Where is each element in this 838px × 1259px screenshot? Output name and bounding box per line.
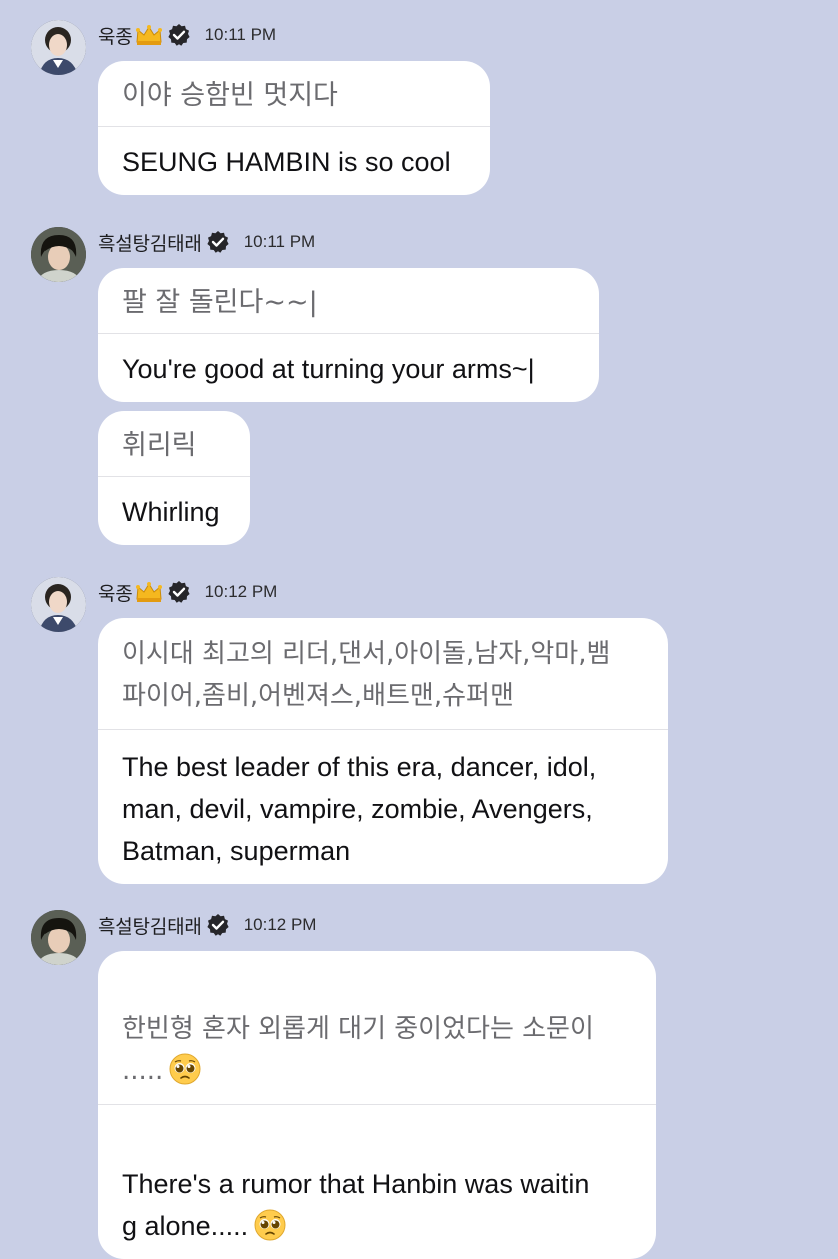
verified-badge-icon [207,231,229,253]
message-bubble[interactable]: 이야 승함빈 멋지다 SEUNG HAMBIN is so cool [98,61,490,195]
avatar-photo-icon [31,227,86,282]
timestamp: 10:11 PM [204,25,277,44]
sender-name[interactable]: 욱종 [98,22,133,49]
message-bubble[interactable]: 팔 잘 돌린다~~| You're good at turning your a… [98,268,599,402]
sender-name[interactable]: 욱종 [98,579,133,606]
verified-badge-icon [167,581,190,603]
avatar[interactable] [31,227,86,282]
translation-text-wrap: There's a rumor that Hanbin was waitin g… [98,1105,656,1259]
original-text: 팔 잘 돌린다~~| [98,268,599,334]
translation-text: You're good at turning your arms~| [122,354,535,384]
message-bubble[interactable]: 휘리릭 Whirling [98,411,250,545]
avatar[interactable] [31,910,86,965]
message-header: 흑설탕김태래 10:12 PM [98,908,316,942]
pleading-face-icon [169,1053,201,1085]
timestamp: 10:12 PM [243,915,317,934]
timestamp: 10:12 PM [204,582,278,601]
avatar[interactable] [31,20,86,75]
pleading-face-icon [254,1209,286,1241]
avatar-photo-icon [31,577,86,632]
verified-badge-icon [167,24,190,46]
message-header: 욱종 10:11 PM [98,18,276,52]
avatar[interactable] [31,577,86,632]
message-bubble[interactable]: 이시대 최고의 리더,댄서,아이돌,남자,악마,뱀 파이어,좀비,어벤져스,배트… [98,618,668,884]
timestamp: 10:11 PM [243,232,316,251]
original-text: 이야 승함빈 멋지다 [98,61,490,127]
crown-icon [135,25,162,45]
avatar-photo-icon [31,910,86,965]
message-header: 흑설탕김태래 10:11 PM [98,225,315,259]
translation-text: SEUNG HAMBIN is so cool [122,147,451,177]
message-bubble[interactable]: 한빈형 혼자 외롭게 대기 중이었다는 소문이 ..... There's a … [98,951,656,1259]
translation-text: There's a rumor that Hanbin was waitin g… [122,1169,590,1241]
translation-text: Whirling [122,497,220,527]
original-text: 이시대 최고의 리더,댄서,아이돌,남자,악마,뱀 파이어,좀비,어벤져스,배트… [98,618,668,730]
verified-badge-icon [207,914,229,936]
original-text-wrap: 한빈형 혼자 외롭게 대기 중이었다는 소문이 ..... [98,951,656,1105]
crown-icon [135,582,162,602]
message-header: 욱종 10:12 PM [98,575,277,609]
translation-text: The best leader of this era, dancer, ido… [122,752,597,866]
sender-name[interactable]: 흑설탕김태래 [98,912,202,939]
original-text: 휘리릭 [98,411,250,477]
sender-name[interactable]: 흑설탕김태래 [98,229,202,256]
avatar-photo-icon [31,20,86,75]
